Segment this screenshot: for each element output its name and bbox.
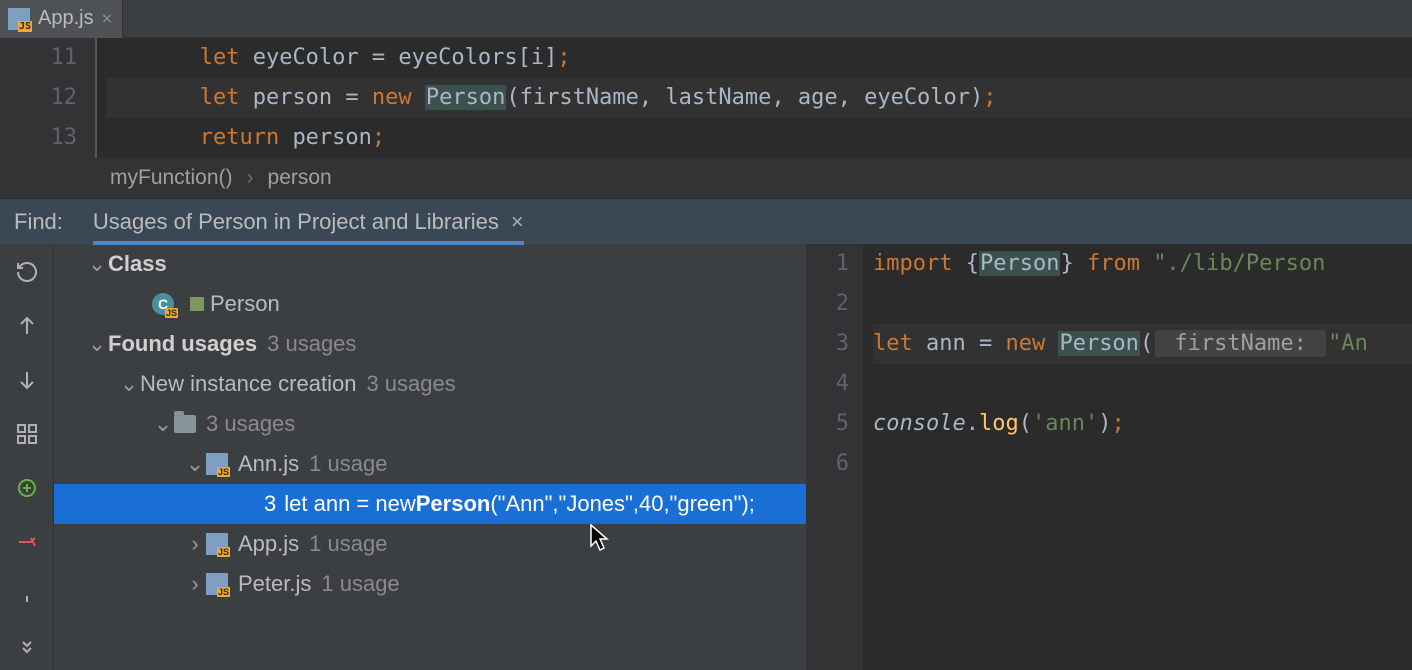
- usage-code-match: Person: [416, 491, 491, 517]
- tree-label: Peter.js: [238, 571, 311, 597]
- find-toolbar: [0, 244, 54, 670]
- chevron-down-icon[interactable]: ⌄: [86, 331, 108, 357]
- tree-node-file[interactable]: › Peter.js 1 usage: [54, 564, 806, 604]
- tree-node-file[interactable]: ⌄ Ann.js 1 usage: [54, 444, 806, 484]
- prev-occurrence-icon[interactable]: [13, 312, 41, 340]
- read-access-icon: [190, 297, 204, 311]
- usage-count: 3 usages: [267, 331, 356, 357]
- tab-bar: App.js ×: [0, 0, 1412, 38]
- chevron-right-icon[interactable]: ›: [184, 571, 206, 597]
- line-number: 5: [807, 404, 849, 444]
- line-number: 13: [0, 118, 77, 158]
- code-line[interactable]: [873, 284, 1412, 324]
- usage-code-pre: let ann = new: [284, 491, 415, 517]
- js-file-icon: [206, 453, 228, 475]
- chevron-right-icon: ›: [247, 166, 254, 190]
- folder-icon: [174, 415, 196, 433]
- line-number: 6: [807, 444, 849, 484]
- usage-count: 1 usage: [321, 571, 399, 597]
- close-tab-icon[interactable]: ×: [102, 8, 113, 29]
- pin-icon[interactable]: [13, 528, 41, 556]
- code-line[interactable]: [873, 364, 1412, 404]
- usage-code-post: ("Ann","Jones",40,"green");: [490, 491, 755, 517]
- chevron-down-icon[interactable]: ⌄: [118, 371, 140, 397]
- class-icon: C: [152, 293, 174, 315]
- js-file-icon: [8, 8, 30, 30]
- line-number: 2: [807, 284, 849, 324]
- find-panel-header: Find: Usages of Person in Project and Li…: [0, 198, 1412, 244]
- usage-count: 1 usage: [309, 451, 387, 477]
- tab-filename: App.js: [38, 7, 94, 30]
- code-line[interactable]: return person;: [107, 118, 1412, 158]
- export-icon[interactable]: [13, 474, 41, 502]
- tree-label: Ann.js: [238, 451, 299, 477]
- parameter-hint: firstName:: [1155, 330, 1326, 357]
- usage-count: 3 usages: [366, 371, 455, 397]
- code-line[interactable]: let ann = new Person( firstName: "An: [873, 324, 1412, 364]
- line-number: 3: [807, 324, 849, 364]
- tree-node-found[interactable]: ⌄ Found usages 3 usages: [54, 324, 806, 364]
- line-number: 12: [0, 78, 77, 118]
- find-title: Usages of Person in Project and Librarie…: [93, 209, 499, 235]
- preview-gutter: 1 2 3 4 5 6: [807, 244, 863, 670]
- tree-node-dir[interactable]: ⌄ 3 usages: [54, 404, 806, 444]
- tree-label: Found usages: [108, 331, 257, 357]
- tree-label: Person: [210, 291, 280, 317]
- more-icon[interactable]: [13, 636, 41, 664]
- top-editor: 11 12 13 let eyeColor = eyeColors[i]; le…: [0, 38, 1412, 158]
- breadcrumb-item[interactable]: person: [268, 166, 332, 190]
- chevron-down-icon[interactable]: ⌄: [152, 411, 174, 437]
- line-number: 11: [0, 38, 77, 78]
- group-by-icon[interactable]: [13, 420, 41, 448]
- usage-count: 1 usage: [309, 531, 387, 557]
- usage-line-number: 3: [264, 491, 276, 517]
- rerun-icon[interactable]: [13, 258, 41, 286]
- tree-node-class[interactable]: ⌄ Class: [54, 244, 806, 284]
- info-icon[interactable]: [13, 582, 41, 610]
- code-line[interactable]: [873, 444, 1412, 484]
- tree-label: Class: [108, 251, 167, 277]
- code-line[interactable]: let person = new Person(firstName, lastN…: [107, 78, 1412, 118]
- preview-code[interactable]: import {Person} from "./lib/Person let a…: [863, 244, 1412, 670]
- find-usages-panel: ⌄ Class C Person ⌄ Found usages 3 usages…: [0, 244, 1412, 670]
- find-label: Find:: [14, 209, 63, 235]
- tree-node-file[interactable]: › App.js 1 usage: [54, 524, 806, 564]
- tree-label: New instance creation: [140, 371, 356, 397]
- usage-preview-editor[interactable]: 1 2 3 4 5 6 import {Person} from "./lib/…: [806, 244, 1412, 670]
- chevron-right-icon[interactable]: ›: [184, 531, 206, 557]
- chevron-down-icon[interactable]: ⌄: [86, 251, 108, 277]
- tree-label: App.js: [238, 531, 299, 557]
- gutter: 11 12 13: [0, 38, 95, 158]
- code-area[interactable]: let eyeColor = eyeColors[i]; let person …: [95, 38, 1412, 158]
- tree-node-group[interactable]: ⌄ New instance creation 3 usages: [54, 364, 806, 404]
- tree-node-class-item[interactable]: C Person: [54, 284, 806, 324]
- usages-tree[interactable]: ⌄ Class C Person ⌄ Found usages 3 usages…: [54, 244, 806, 670]
- code-line[interactable]: import {Person} from "./lib/Person: [873, 244, 1412, 284]
- find-tab[interactable]: Usages of Person in Project and Librarie…: [93, 209, 524, 235]
- code-line[interactable]: let eyeColor = eyeColors[i];: [107, 38, 1412, 78]
- code-line[interactable]: console.log('ann');: [873, 404, 1412, 444]
- js-file-icon: [206, 573, 228, 595]
- tree-node-usage-selected[interactable]: 3 let ann = new Person("Ann","Jones",40,…: [54, 484, 806, 524]
- close-find-tab-icon[interactable]: ×: [511, 209, 524, 235]
- line-number: 4: [807, 364, 849, 404]
- active-tab-underline: [93, 241, 524, 245]
- editor-tab[interactable]: App.js ×: [0, 0, 123, 38]
- next-occurrence-icon[interactable]: [13, 366, 41, 394]
- js-file-icon: [206, 533, 228, 555]
- chevron-down-icon[interactable]: ⌄: [184, 451, 206, 477]
- breadcrumb[interactable]: myFunction() › person: [0, 158, 1412, 198]
- line-number: 1: [807, 244, 849, 284]
- breadcrumb-item[interactable]: myFunction(): [110, 166, 233, 190]
- usage-count: 3 usages: [206, 411, 295, 437]
